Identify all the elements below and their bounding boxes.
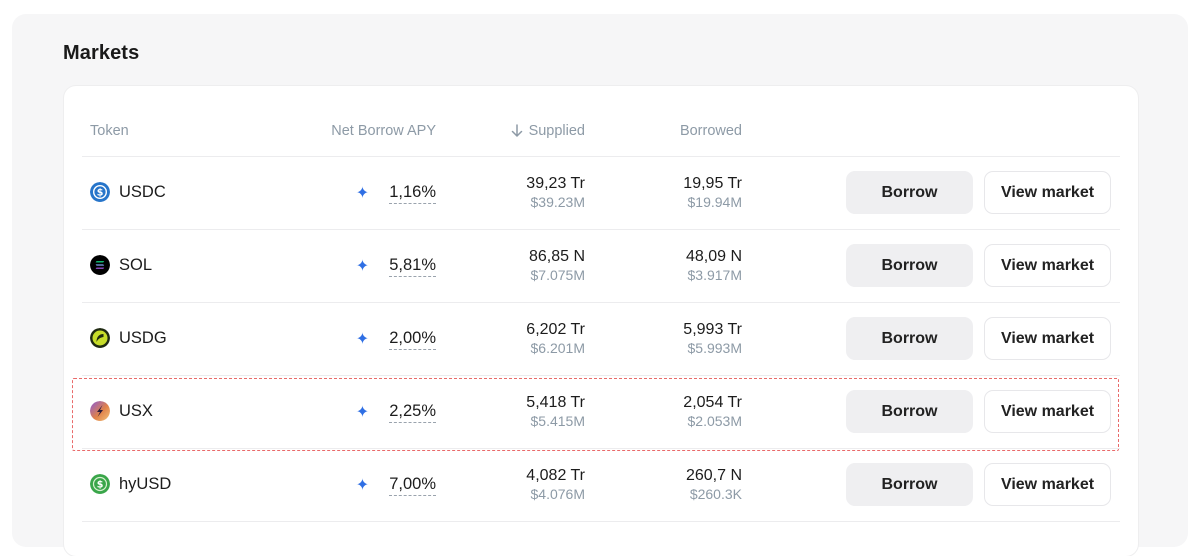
borrowed-cell: 2,054 Tr $2.053M (683, 393, 742, 430)
header-borrowed[interactable]: Borrowed (680, 123, 742, 139)
apy-cell: ✦ 2,25% (356, 402, 436, 423)
apy-value[interactable]: 5,81% (389, 256, 436, 277)
borrowed-amount: 2,054 Tr (683, 394, 742, 411)
table-row[interactable]: SOL ✦ 5,81% 86,85 N $7.075M 48,09 N $3.9… (64, 230, 1138, 302)
supplied-cell: 5,418 Tr $5.415M (526, 393, 585, 430)
table-row[interactable]: USX ✦ 2,25% 5,418 Tr $5.415M 2,054 Tr $2… (64, 376, 1138, 448)
token-name: USX (119, 401, 153, 420)
borrowed-usd: $3.917M (687, 267, 742, 283)
supplied-usd: $39.23M (530, 194, 585, 210)
borrowed-usd: $19.94M (687, 194, 742, 210)
usx-icon (90, 401, 110, 421)
view-market-button[interactable]: View market (984, 390, 1111, 433)
sparkle-icon: ✦ (355, 330, 370, 348)
arrow-down-icon (511, 124, 522, 137)
sol-icon (90, 255, 110, 275)
header-supplied[interactable]: Supplied (511, 123, 585, 139)
apy-value[interactable]: 2,00% (389, 329, 436, 350)
table-row[interactable]: $ USDC ✦ 1,16% 39,23 Tr $39.23M 19,95 Tr… (64, 157, 1138, 229)
token-name: USDC (119, 182, 166, 201)
borrowed-amount: 19,95 Tr (683, 175, 742, 192)
header-supplied-label: Supplied (528, 123, 585, 139)
supplied-cell: 4,082 Tr $4.076M (526, 466, 585, 503)
header-net-borrow-apy[interactable]: Net Borrow APY (331, 123, 436, 139)
token-cell: $ hyUSD (90, 474, 171, 494)
supplied-amount: 4,082 Tr (526, 467, 585, 484)
token-cell: SOL (90, 255, 152, 275)
token-name: USDG (119, 328, 167, 347)
apy-cell: ✦ 5,81% (356, 256, 436, 277)
supplied-usd: $6.201M (530, 340, 585, 356)
borrowed-usd: $2.053M (687, 413, 742, 429)
borrowed-usd: $260.3K (689, 486, 742, 502)
view-market-button[interactable]: View market (984, 463, 1111, 506)
sparkle-icon: ✦ (355, 184, 370, 202)
view-market-button[interactable]: View market (984, 317, 1111, 360)
borrow-button[interactable]: Borrow (846, 244, 973, 287)
borrow-button[interactable]: Borrow (846, 317, 973, 360)
usdc-icon: $ (90, 182, 110, 202)
supplied-usd: $4.076M (530, 486, 585, 502)
svg-text:$: $ (97, 188, 104, 199)
sparkle-icon: ✦ (355, 257, 370, 275)
supplied-cell: 6,202 Tr $6.201M (526, 320, 585, 357)
sparkle-icon: ✦ (355, 403, 370, 421)
apy-value[interactable]: 7,00% (389, 475, 436, 496)
apy-cell: ✦ 1,16% (356, 183, 436, 204)
apy-cell: ✦ 2,00% (356, 329, 436, 350)
svg-text:$: $ (97, 480, 104, 491)
supplied-amount: 39,23 Tr (526, 175, 585, 192)
supplied-cell: 39,23 Tr $39.23M (526, 174, 585, 211)
table-row[interactable]: $ hyUSD ✦ 7,00% 4,082 Tr $4.076M 260,7 N… (64, 449, 1138, 521)
borrowed-amount: 5,993 Tr (683, 321, 742, 338)
borrowed-cell: 48,09 N $3.917M (686, 247, 742, 284)
supplied-cell: 86,85 N $7.075M (529, 247, 585, 284)
supplied-amount: 86,85 N (528, 248, 585, 265)
supplied-amount: 5,418 Tr (526, 394, 585, 411)
supplied-usd: $5.415M (530, 413, 585, 429)
header-token[interactable]: Token (90, 123, 129, 139)
borrowed-amount: 260,7 N (685, 467, 742, 484)
sparkle-icon: ✦ (355, 476, 370, 494)
borrow-button[interactable]: Borrow (846, 171, 973, 214)
table-row[interactable]: USDG ✦ 2,00% 6,202 Tr $6.201M 5,993 Tr $… (64, 303, 1138, 375)
apy-cell: ✦ 7,00% (356, 475, 436, 496)
usdg-icon (90, 328, 110, 348)
borrowed-amount: 48,09 N (685, 248, 742, 265)
supplied-usd: $7.075M (530, 267, 585, 283)
token-cell: USDG (90, 328, 167, 348)
borrowed-cell: 260,7 N $260.3K (686, 466, 742, 503)
hyusd-icon: $ (90, 474, 110, 494)
token-name: SOL (119, 255, 153, 274)
table-header: Token Net Borrow APY Supplied Borrowed (64, 86, 1138, 158)
token-cell: USX (90, 401, 153, 421)
view-market-button[interactable]: View market (984, 171, 1111, 214)
view-market-button[interactable]: View market (984, 244, 1111, 287)
borrow-button[interactable]: Borrow (846, 463, 973, 506)
apy-value[interactable]: 2,25% (389, 402, 436, 423)
token-name: hyUSD (119, 474, 172, 493)
borrowed-usd: $5.993M (687, 340, 742, 356)
borrowed-cell: 5,993 Tr $5.993M (683, 320, 742, 357)
supplied-amount: 6,202 Tr (526, 321, 585, 338)
row-divider (82, 521, 1120, 522)
borrowed-cell: 19,95 Tr $19.94M (683, 174, 742, 211)
section-title: Markets (63, 42, 140, 64)
apy-value[interactable]: 1,16% (389, 183, 436, 204)
borrow-button[interactable]: Borrow (846, 390, 973, 433)
token-cell: $ USDC (90, 182, 166, 202)
